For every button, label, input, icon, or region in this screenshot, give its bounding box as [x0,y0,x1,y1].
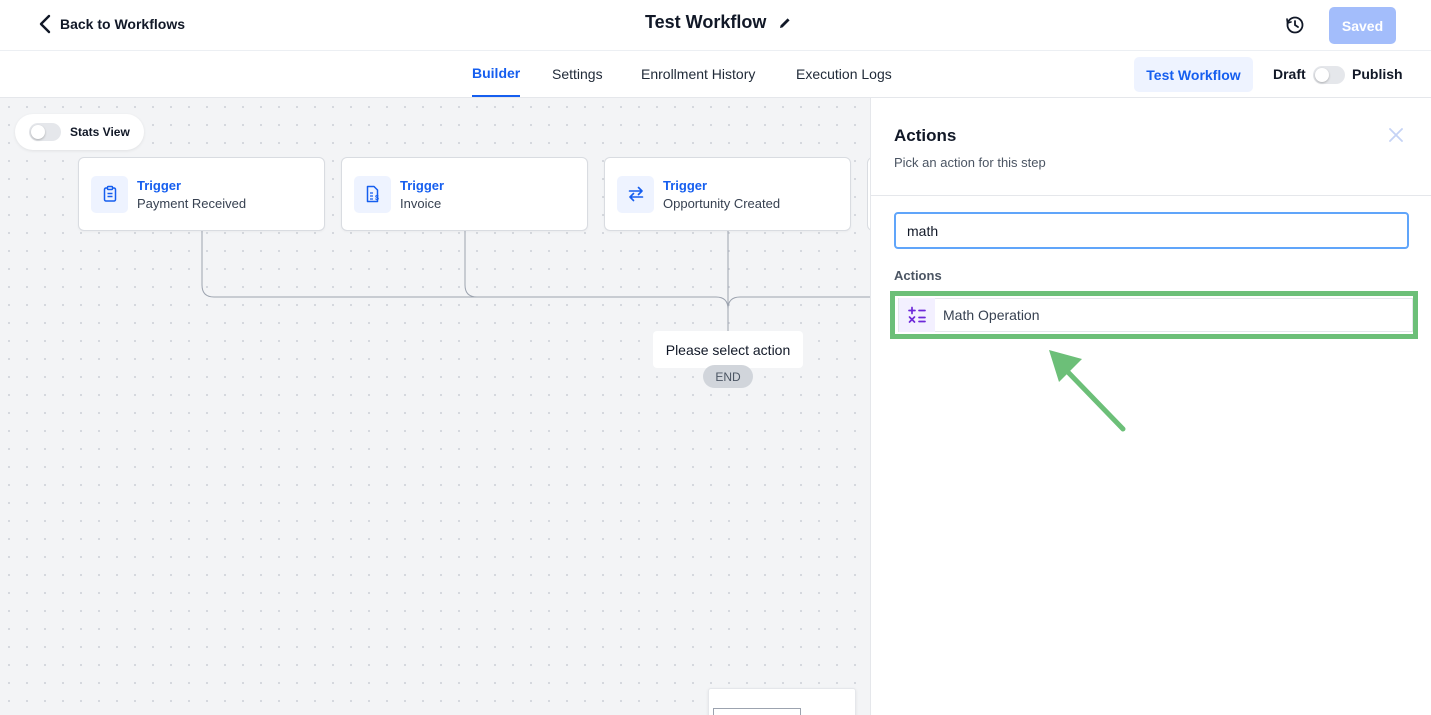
tab-execution-logs[interactable]: Execution Logs [796,51,892,97]
node-kind: Trigger [400,177,445,193]
toggle-knob [1315,68,1329,82]
math-operation-option[interactable]: Math Operation [890,291,1418,339]
select-action-placeholder[interactable]: Please select action [653,331,803,368]
publish-label: Publish [1352,66,1403,82]
actions-panel: Actions Pick an action for this step Act… [870,98,1431,715]
trigger-node-invoice[interactable]: $ Trigger Invoice [341,157,588,231]
math-operation-label: Math Operation [943,307,1040,323]
close-icon[interactable] [1388,127,1404,143]
publish-toggle[interactable] [1313,66,1345,84]
svg-text:$: $ [375,195,379,202]
top-bar: Back to Workflows Test Workflow Saved [0,0,1431,51]
annotation-arrow-icon [1049,350,1126,432]
tab-builder[interactable]: Builder [472,51,521,97]
node-name: Payment Received [137,195,247,211]
minimap-viewport[interactable] [713,708,801,715]
version-history-icon[interactable] [1284,14,1306,36]
pencil-icon[interactable] [778,16,792,30]
workflow-canvas[interactable]: Stats View Trigger Payment Received $ Tr… [0,98,870,715]
math-operation-row[interactable]: Math Operation [898,298,1413,332]
back-to-workflows-link[interactable]: Back to Workflows [38,14,185,34]
minimap[interactable] [708,688,856,715]
clipboard-icon [91,175,128,213]
math-operation-icon [899,298,935,332]
actions-section-label: Actions [894,268,942,283]
node-kind: Trigger [663,177,708,193]
trigger-node-opportunity-created[interactable]: Trigger Opportunity Created [604,157,851,231]
test-workflow-button[interactable]: Test Workflow [1134,57,1253,92]
tab-bar: Builder Settings Enrollment History Exec… [0,51,1431,98]
end-marker: END [703,365,753,388]
panel-divider [871,195,1431,196]
saved-button[interactable]: Saved [1329,7,1396,44]
chevron-left-icon [39,14,51,34]
workflow-title-group: Test Workflow [645,12,792,33]
back-label: Back to Workflows [60,16,185,32]
stats-view-toggle[interactable] [29,123,61,141]
tab-settings[interactable]: Settings [552,51,603,97]
panel-subtitle: Pick an action for this step [894,155,1046,170]
node-kind: Trigger [137,177,182,193]
draft-label: Draft [1273,66,1306,82]
node-name: Opportunity Created [663,195,781,211]
trigger-node-payment-received[interactable]: Trigger Payment Received [78,157,325,231]
invoice-icon: $ [354,175,391,213]
panel-title: Actions [894,126,957,145]
swap-arrows-icon [617,175,654,213]
stats-view-label: Stats View [70,125,130,139]
action-search-input[interactable] [894,212,1409,249]
toggle-knob [31,125,45,139]
node-name: Invoice [400,195,442,211]
workflow-title: Test Workflow [645,12,767,32]
tab-enrollment-history[interactable]: Enrollment History [641,51,755,97]
stats-view-control: Stats View [15,114,144,150]
